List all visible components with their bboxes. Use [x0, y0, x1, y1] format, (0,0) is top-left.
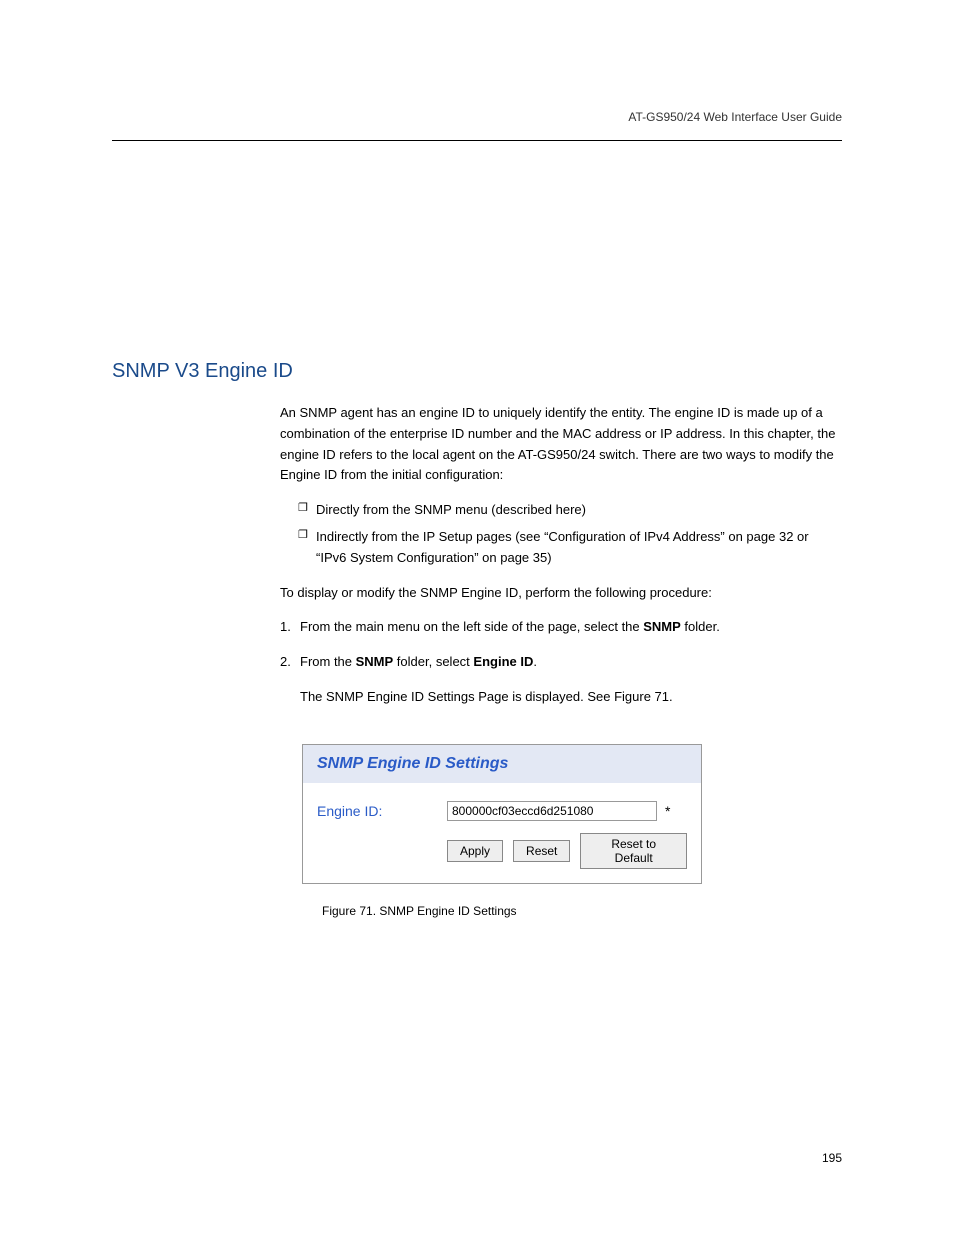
- step-item: 2. From the SNMP folder, select Engine I…: [280, 652, 842, 673]
- header-rule: [112, 140, 842, 141]
- steps-intro: To display or modify the SNMP Engine ID,…: [280, 583, 842, 604]
- bullet-item: ❐ Indirectly from the IP Setup pages (se…: [298, 527, 842, 569]
- intro-paragraph: An SNMP agent has an engine ID to unique…: [280, 403, 842, 486]
- reset-default-button[interactable]: Reset to Default: [580, 833, 687, 869]
- step-number: 2.: [280, 652, 300, 673]
- page-number: 195: [822, 1151, 842, 1165]
- running-header: AT-GS950/24 Web Interface User Guide: [628, 110, 842, 124]
- bullet-text: Indirectly from the IP Setup pages (see …: [316, 527, 842, 569]
- step-followup: The SNMP Engine ID Settings Page is disp…: [300, 687, 842, 708]
- figure-title-bar: SNMP Engine ID Settings: [303, 745, 701, 783]
- step-item: 1. From the main menu on the left side o…: [280, 617, 842, 638]
- step-text: From the main menu on the left side of t…: [300, 617, 720, 638]
- bullet-icon: ❐: [298, 527, 316, 545]
- engine-id-input[interactable]: [447, 801, 657, 821]
- bullet-item: ❐ Directly from the SNMP menu (described…: [298, 500, 842, 521]
- step-text: From the SNMP folder, select Engine ID.: [300, 652, 537, 673]
- required-asterisk: *: [665, 803, 670, 819]
- section-title: SNMP V3 Engine ID: [112, 360, 842, 383]
- step-number: 1.: [280, 617, 300, 638]
- apply-button[interactable]: Apply: [447, 840, 503, 862]
- figure-panel: SNMP Engine ID Settings Engine ID: * App…: [302, 744, 702, 884]
- menu-ref: SNMP: [643, 619, 681, 634]
- figure-caption: Figure 71. SNMP Engine ID Settings: [322, 904, 702, 918]
- menu-ref: Engine ID: [473, 654, 533, 669]
- bullet-text: Directly from the SNMP menu (described h…: [316, 500, 586, 521]
- figure-title: SNMP Engine ID Settings: [317, 755, 508, 772]
- menu-ref: SNMP: [356, 654, 394, 669]
- bullet-icon: ❐: [298, 500, 316, 518]
- engine-id-label: Engine ID:: [317, 803, 447, 819]
- reset-button[interactable]: Reset: [513, 840, 570, 862]
